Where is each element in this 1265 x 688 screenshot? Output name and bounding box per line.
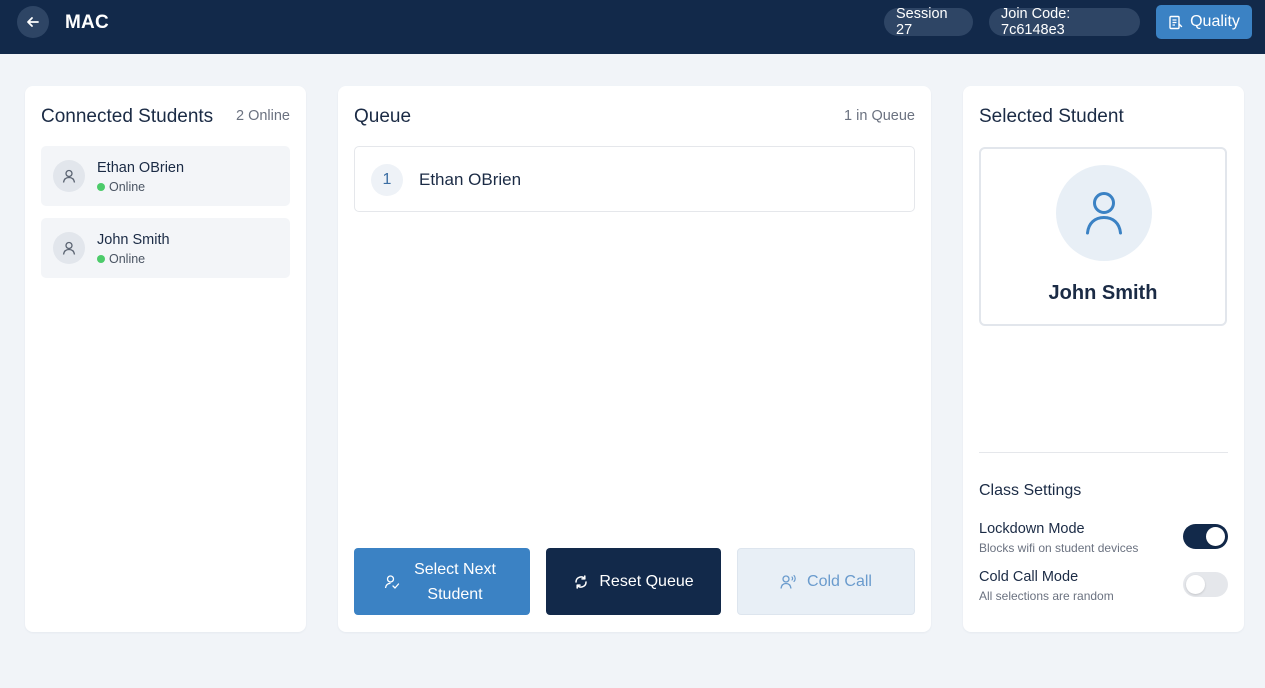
queue-student-name: Ethan OBrien — [419, 170, 522, 189]
queue-title: Queue — [354, 106, 412, 127]
student-status: Online — [97, 252, 145, 266]
queue-item[interactable]: 1 Ethan OBrien — [354, 146, 915, 212]
top-bar: MAC Session 27 Join Code: 7c6148e3 Quali… — [0, 0, 1265, 54]
session-badge: Session 27 — [884, 6, 973, 38]
quality-button[interactable]: Quality — [1156, 5, 1252, 39]
select-next-student-button[interactable]: Select Next Student — [354, 548, 530, 615]
divider — [979, 452, 1228, 453]
toggle-knob — [1186, 575, 1205, 594]
user-check-icon — [384, 574, 400, 589]
user-icon — [1086, 192, 1122, 235]
student-card[interactable]: Ethan OBrien Online — [41, 146, 290, 206]
selected-student-title: Selected Student — [979, 106, 1124, 127]
online-count: 2 Online — [235, 108, 290, 124]
avatar — [53, 232, 85, 264]
lockdown-mode-toggle[interactable] — [1183, 524, 1228, 549]
cold-call-mode-label: Cold Call Mode — [979, 569, 1079, 585]
lockdown-mode-description: Blocks wifi on student devices — [979, 541, 1139, 555]
student-status-label: Online — [109, 180, 146, 194]
document-icon — [1169, 15, 1183, 29]
selected-student-name: John Smith — [1048, 282, 1158, 304]
queue-panel: Queue 1 in Queue 1 Ethan OBrien Select N… — [338, 86, 931, 632]
cold-call-label: Cold Call — [807, 572, 872, 590]
app-title: MAC — [65, 12, 109, 33]
arrow-left-icon — [27, 17, 39, 27]
back-button[interactable] — [17, 6, 49, 38]
student-card[interactable]: John Smith Online — [41, 218, 290, 278]
user-voice-icon — [780, 574, 796, 589]
select-next-label: Select Next Student — [410, 557, 500, 607]
cold-call-mode-description: All selections are random — [979, 589, 1114, 603]
queue-position: 1 — [371, 164, 403, 196]
connected-students-title: Connected Students — [41, 106, 214, 127]
cold-call-button[interactable]: Cold Call — [737, 548, 915, 615]
student-status-label: Online — [109, 252, 146, 266]
join-code-badge: Join Code: 7c6148e3 — [989, 6, 1140, 38]
selected-student-panel: Selected Student John Smith Class Settin… — [963, 86, 1244, 632]
queue-count: 1 in Queue — [844, 108, 915, 124]
select-next-label-line1: Select Next — [414, 560, 496, 578]
refresh-icon — [575, 574, 588, 589]
selected-student-card: John Smith — [979, 147, 1227, 326]
cold-call-mode-toggle[interactable] — [1183, 572, 1228, 597]
student-status: Online — [97, 180, 145, 194]
student-name: John Smith — [97, 232, 170, 248]
student-name: Ethan OBrien — [97, 160, 185, 176]
class-settings-title: Class Settings — [979, 482, 1082, 499]
lockdown-mode-label: Lockdown Mode — [979, 521, 1085, 537]
select-next-label-line2: Student — [427, 585, 483, 603]
connected-students-panel: Connected Students 2 Online Ethan OBrien… — [25, 86, 306, 632]
quality-button-label: Quality — [1190, 13, 1240, 30]
reset-queue-label: Reset Queue — [599, 572, 694, 590]
reset-queue-button[interactable]: Reset Queue — [546, 548, 721, 615]
avatar — [53, 160, 85, 192]
online-dot-icon — [97, 183, 105, 191]
user-icon — [62, 241, 76, 255]
avatar — [1056, 165, 1152, 261]
user-icon — [62, 169, 76, 183]
toggle-knob — [1206, 527, 1225, 546]
online-dot-icon — [97, 255, 105, 263]
